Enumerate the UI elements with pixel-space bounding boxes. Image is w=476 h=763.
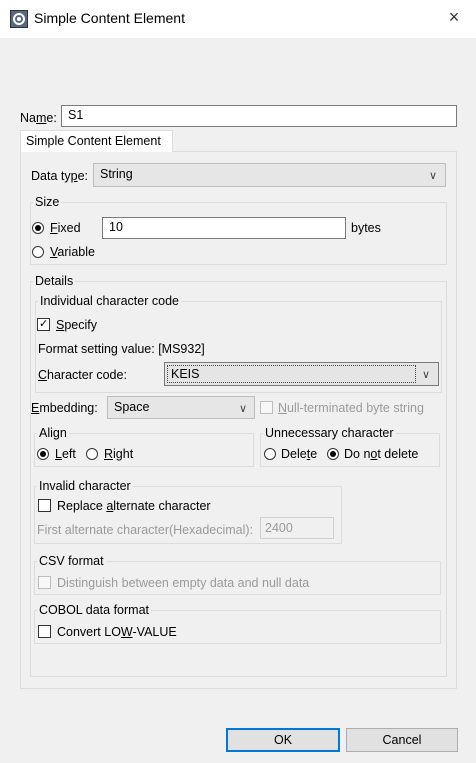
align-left-label: Left: [55, 447, 76, 461]
do-not-delete-radio[interactable]: [327, 448, 339, 460]
fixed-size-input[interactable]: 10: [102, 217, 346, 239]
fixed-label: Fixed: [50, 221, 81, 235]
specify-label: Specify: [56, 318, 97, 332]
character-code-label: Character code:: [38, 368, 127, 382]
size-group-label: Size: [33, 195, 62, 209]
name-input[interactable]: S1: [61, 105, 457, 127]
variable-radio[interactable]: [32, 246, 44, 258]
distinguish-checkbox[interactable]: [38, 576, 51, 589]
details-group-label: Details: [33, 274, 76, 288]
tab-simple-content-element[interactable]: Simple Content Element: [20, 130, 173, 152]
align-right-label: Right: [104, 447, 134, 461]
focus-rect: [167, 365, 416, 383]
csv-format-label: CSV format: [37, 554, 106, 568]
replace-alt-checkbox[interactable]: [38, 499, 51, 512]
ok-button[interactable]: OK: [226, 728, 340, 752]
individual-char-code-label: Individual character code: [38, 294, 181, 308]
chevron-down-icon: ∨: [428, 170, 437, 182]
app-gear-icon: [10, 10, 28, 28]
align-group-label: Align: [37, 426, 69, 440]
data-type-label: Data type:: [31, 169, 88, 183]
first-alt-input[interactable]: 2400: [260, 517, 334, 539]
cancel-button[interactable]: Cancel: [346, 728, 458, 752]
name-label: Name:: [20, 111, 57, 125]
convert-low-value-label: Convert LOW-VALUE: [57, 625, 177, 639]
data-type-value: String: [100, 167, 133, 181]
cobol-format-label: COBOL data format: [37, 603, 151, 617]
check-icon: ✓: [39, 318, 49, 330]
null-terminated-checkbox[interactable]: [260, 401, 273, 414]
null-terminated-label: Null-terminated byte string: [278, 401, 424, 415]
convert-low-value-checkbox[interactable]: [38, 625, 51, 638]
replace-alt-label: Replace alternate character: [57, 499, 211, 513]
delete-radio[interactable]: [264, 448, 276, 460]
invalid-char-label: Invalid character: [37, 479, 133, 493]
close-icon[interactable]: ×: [443, 6, 465, 28]
window-title: Simple Content Element: [34, 10, 185, 26]
format-setting-value: Format setting value: [MS932]: [38, 342, 205, 356]
do-not-delete-label: Do not delete: [344, 447, 419, 461]
data-type-select[interactable]: String ∨: [93, 163, 446, 187]
unnecessary-char-label: Unnecessary character: [263, 426, 396, 440]
distinguish-label: Distinguish between empty data and null …: [57, 576, 310, 590]
chevron-down-icon: ∨: [238, 403, 247, 415]
chevron-down-icon: ∨: [421, 369, 430, 381]
fixed-radio[interactable]: [32, 222, 44, 234]
align-left-radio[interactable]: [37, 448, 49, 460]
embedding-value: Space: [114, 400, 150, 414]
align-right-radio[interactable]: [86, 448, 98, 460]
bytes-unit: bytes: [351, 221, 381, 235]
embedding-select[interactable]: Space ∨: [107, 396, 255, 419]
first-alt-label: First alternate character(Hexadecimal):: [37, 523, 254, 537]
character-code-select[interactable]: KEIS ∨: [164, 362, 439, 386]
delete-label: Delete: [281, 447, 318, 461]
embedding-label: Embedding:: [31, 401, 98, 415]
variable-label: Variable: [50, 245, 95, 259]
character-code-value: KEIS: [171, 367, 200, 381]
specify-checkbox[interactable]: ✓: [37, 318, 50, 331]
